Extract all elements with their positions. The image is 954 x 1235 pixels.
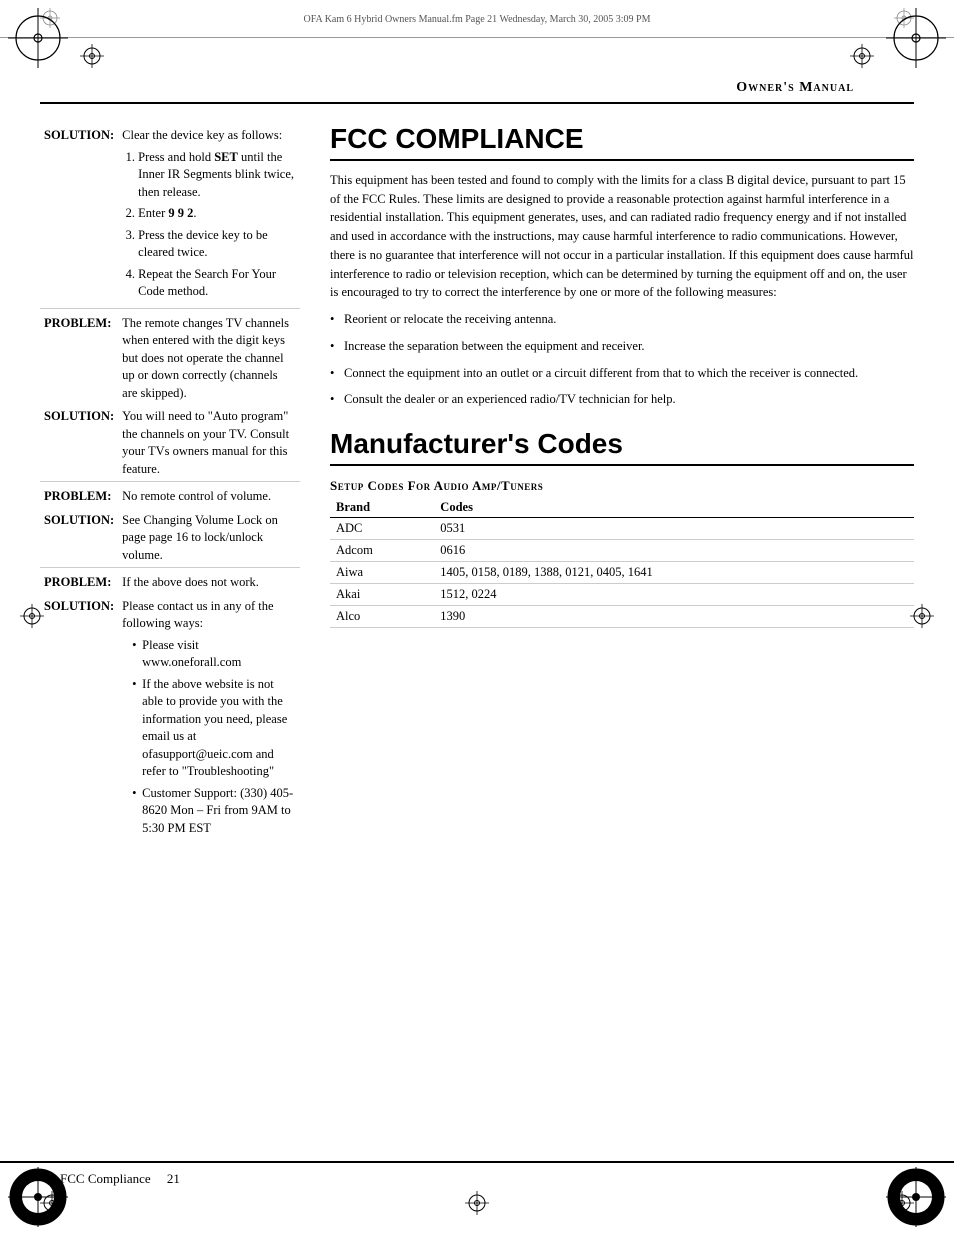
table-row: PROBLEM: The remote changes TV channels … [40,308,300,405]
main-content: SOLUTION: Clear the device key as follow… [0,104,954,864]
table-row: PROBLEM: If the above does not work. [40,568,300,595]
label-problem-1: PROBLEM: [40,308,118,405]
brand-cell: Akai [330,583,434,605]
inner-crosshair-right-top [850,44,874,68]
brand-cell: Aiwa [330,561,434,583]
table-row: SOLUTION: See Changing Volume Lock on pa… [40,509,300,568]
list-item: Increase the separation between the equi… [330,337,914,356]
table-row: Alco 1390 [330,605,914,627]
owners-manual-title: Owner's Manual [736,80,854,96]
corner-crosshair-tl [8,8,68,68]
list-item: Connect the equipment into an outlet or … [330,364,914,383]
label-solution-1: SOLUTION: [40,124,118,308]
col-codes: Codes [434,498,914,518]
table-row: Adcom 0616 [330,539,914,561]
list-item: Customer Support: (330) 405-8620 Mon – F… [132,785,296,838]
fcc-bullets: Reorient or relocate the receiving anten… [330,310,914,409]
side-crosshair-right [910,604,934,632]
brand-cell: Alco [330,605,434,627]
left-column: SOLUTION: Clear the device key as follow… [40,124,300,844]
codes-cell: 0531 [434,517,914,539]
list-item: Repeat the Search For Your Code method. [138,266,296,301]
label-solution-4: SOLUTION: [40,595,118,845]
codes-cell: 1512, 0224 [434,583,914,605]
mfr-title: Manufacturer's Codes [330,429,914,466]
codes-cell: 1405, 0158, 0189, 1388, 0121, 0405, 1641 [434,561,914,583]
codes-cell: 1390 [434,605,914,627]
table-row: ADC 0531 [330,517,914,539]
label-solution-3: SOLUTION: [40,509,118,568]
table-row: SOLUTION: Please contact us in any of th… [40,595,300,845]
content-problem-2: No remote control of volume. [118,482,300,509]
corner-crosshair-tr [886,8,946,68]
list-item: Enter 9 9 2. [138,205,296,223]
label-problem-3: PROBLEM: [40,568,118,595]
page-footer: FCC Compliance 21 [0,1161,954,1195]
manufacturers-codes-section: Manufacturer's Codes Setup Codes For Aud… [330,429,914,628]
side-crosshair-left [20,604,44,632]
table-row: Akai 1512, 0224 [330,583,914,605]
file-info: OFA Kam 6 Hybrid Owners Manual.fm Page 2… [303,14,650,25]
ps-table: SOLUTION: Clear the device key as follow… [40,124,300,844]
footer-page-number: 21 [167,1171,180,1186]
brand-cell: ADC [330,517,434,539]
table-row: SOLUTION: You will need to "Auto program… [40,405,300,482]
bottom-crosshairs-row [0,1191,954,1215]
right-column: FCC COMPLIANCE This equipment has been t… [330,124,914,844]
bottom-crosshair-left [40,1191,64,1215]
page-header: OFA Kam 6 Hybrid Owners Manual.fm Page 2… [0,0,954,38]
content-solution-1: Clear the device key as follows: Press a… [118,124,300,308]
list-item: Consult the dealer or an experienced rad… [330,390,914,409]
list-item: Press the device key to be cleared twice… [138,227,296,262]
table-row: PROBLEM: No remote control of volume. [40,482,300,509]
content-problem-1: The remote changes TV channels when ente… [118,308,300,405]
content-solution-4: Please contact us in any of the followin… [118,595,300,845]
codes-cell: 0616 [434,539,914,561]
fcc-section: FCC COMPLIANCE This equipment has been t… [330,124,914,409]
bottom-crosshair-right [890,1191,914,1215]
col-brand: Brand [330,498,434,518]
fcc-body-text: This equipment has been tested and found… [330,171,914,302]
footer-label: FCC Compliance 21 [60,1171,180,1187]
owners-manual-header: Owner's Manual [40,70,914,104]
table-header-row: Brand Codes [330,498,914,518]
content-problem-3: If the above does not work. [118,568,300,595]
table-row: Aiwa 1405, 0158, 0189, 1388, 0121, 0405,… [330,561,914,583]
codes-table: Brand Codes ADC 0531 Adcom 0616 [330,498,914,628]
list-item: Press and hold SET until the Inner IR Se… [138,149,296,202]
content-solution-3: See Changing Volume Lock on page page 16… [118,509,300,568]
content-solution-2: You will need to "Auto program" the chan… [118,405,300,482]
fcc-body: This equipment has been tested and found… [330,171,914,409]
list-item: Please visit www.oneforall.com [132,637,296,672]
table-row: SOLUTION: Clear the device key as follow… [40,124,300,308]
bottom-crosshair-center [465,1191,489,1215]
list-item: Reorient or relocate the receiving anten… [330,310,914,329]
footer-label-text: FCC Compliance [60,1171,151,1186]
brand-cell: Adcom [330,539,434,561]
codes-subtitle: Setup Codes For Audio Amp/Tuners [330,478,914,494]
inner-crosshair-left-top [80,44,104,68]
label-solution-2: SOLUTION: [40,405,118,482]
fcc-title: FCC COMPLIANCE [330,124,914,161]
label-problem-2: PROBLEM: [40,482,118,509]
list-item: If the above website is not able to prov… [132,676,296,781]
